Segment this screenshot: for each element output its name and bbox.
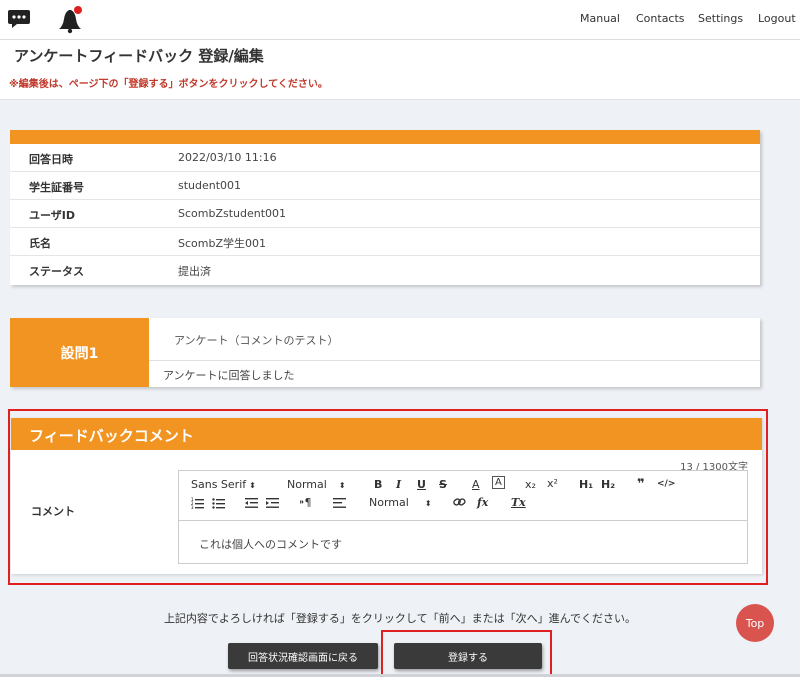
outdent-icon <box>245 498 258 508</box>
question-divider <box>149 360 760 361</box>
nav-logout-link[interactable]: Logout <box>758 12 796 25</box>
heading-1-button[interactable]: H₁ <box>579 478 593 491</box>
bell-icon[interactable] <box>56 4 86 38</box>
indent-button[interactable] <box>266 497 279 512</box>
page-header: アンケートフィードバック 登録/編集 ※編集後は、ページ下の「登録する」ボタンを… <box>0 40 800 100</box>
superscript-button[interactable]: x² <box>547 477 558 490</box>
underline-button[interactable]: U <box>417 478 426 491</box>
feedback-card: フィードバックコメント 13 / 1300文字 コメント Sans Serif ⬍… <box>11 418 762 574</box>
ordered-list-icon: 123 <box>191 497 204 510</box>
feedback-header: フィードバックコメント <box>11 418 762 450</box>
bullet-list-icon <box>212 498 225 509</box>
code-block-button[interactable]: </> <box>657 479 675 489</box>
svg-text:3: 3 <box>191 505 194 509</box>
top-nav: Manual Contacts Settings Logout <box>0 0 800 40</box>
feedback-title: フィードバックコメント <box>29 427 194 445</box>
font-color-button[interactable]: A <box>472 478 480 491</box>
info-row-user-id: ユーザID ScombZstudent001 <box>10 200 760 228</box>
comment-editor-content[interactable]: これは個人へのコメントです <box>199 536 342 552</box>
info-label: 学生証番号 <box>29 181 84 194</box>
footer-instruction: 上記内容でよろしければ「登録する」をクリックして「前へ」または「次へ」進んでくだ… <box>163 612 637 625</box>
indent-icon <box>266 498 279 508</box>
info-value: 2022/03/10 11:16 <box>178 151 277 164</box>
italic-button[interactable]: I <box>396 478 401 491</box>
clear-format-button[interactable]: Tx <box>511 496 526 509</box>
info-value: 提出済 <box>178 265 211 278</box>
info-row-answer-date: 回答日時 2022/03/10 11:16 <box>10 144 760 172</box>
info-row-status: ステータス 提出済 <box>10 256 760 284</box>
info-value: ScombZstudent001 <box>178 207 287 220</box>
info-label: ステータス <box>29 265 84 278</box>
submit-button[interactable]: 登録する <box>394 643 542 669</box>
back-to-status-button[interactable]: 回答状況確認画面に戻る <box>228 643 378 669</box>
background-color-button[interactable]: A <box>492 476 505 489</box>
question-number-label: 設問1 <box>10 318 149 387</box>
nav-manual-link[interactable]: Manual <box>580 12 620 25</box>
info-label: 回答日時 <box>29 153 73 166</box>
formula-button[interactable]: fx <box>477 496 488 509</box>
rich-text-editor: Sans Serif ⬍ Normal ⬍ B I U S A A x₂ x² H₁… <box>178 470 748 564</box>
strikethrough-button[interactable]: S <box>439 478 447 491</box>
blockquote-button[interactable]: ❞ <box>637 477 645 492</box>
outdent-button[interactable] <box>245 497 258 512</box>
subscript-button[interactable]: x₂ <box>525 478 536 491</box>
scroll-top-button[interactable]: Top <box>736 604 774 642</box>
question-card: 設問1 アンケート（コメントのテスト） アンケートに回答しました <box>10 318 760 387</box>
link-icon <box>453 498 466 506</box>
align-button[interactable] <box>333 497 346 512</box>
response-info-card: 回答日時 2022/03/10 11:16 学生証番号 student001 ユ… <box>10 130 760 285</box>
bullet-list-button[interactable] <box>212 497 225 512</box>
info-value: ScombZ学生001 <box>178 237 266 250</box>
info-label: 氏名 <box>29 237 51 250</box>
link-button[interactable] <box>453 496 466 511</box>
chat-bubble-icon[interactable] <box>7 9 31 33</box>
nav-settings-link[interactable]: Settings <box>698 12 743 25</box>
page-note: ※編集後は、ページ下の「登録する」ボタンをクリックしてください。 <box>9 79 328 90</box>
editor-toolbar: Sans Serif ⬍ Normal ⬍ B I U S A A x₂ x² H₁… <box>179 471 747 521</box>
notification-dot <box>74 6 82 14</box>
question-answer: アンケートに回答しました <box>163 369 295 382</box>
ordered-list-button[interactable]: 123 <box>191 497 204 512</box>
info-row-student-number: 学生証番号 student001 <box>10 172 760 200</box>
bold-button[interactable]: B <box>374 478 382 491</box>
comment-label: コメント <box>31 505 75 518</box>
page-title: アンケートフィードバック 登録/編集 <box>14 47 264 65</box>
question-title: アンケート（コメントのテスト） <box>174 334 339 347</box>
align-select[interactable]: Normal ⬍ <box>369 496 432 509</box>
font-family-select[interactable]: Sans Serif ⬍ <box>191 478 256 491</box>
info-value: student001 <box>178 179 242 192</box>
info-label: ユーザID <box>29 209 76 222</box>
text-direction-button[interactable]: ⁍¶ <box>299 496 312 509</box>
nav-contacts-link[interactable]: Contacts <box>636 12 685 25</box>
heading-2-button[interactable]: H₂ <box>601 478 615 491</box>
font-size-select[interactable]: Normal ⬍ <box>287 478 346 491</box>
info-card-accent-bar <box>10 130 760 144</box>
info-row-name: 氏名 ScombZ学生001 <box>10 228 760 256</box>
align-left-icon <box>333 498 346 508</box>
